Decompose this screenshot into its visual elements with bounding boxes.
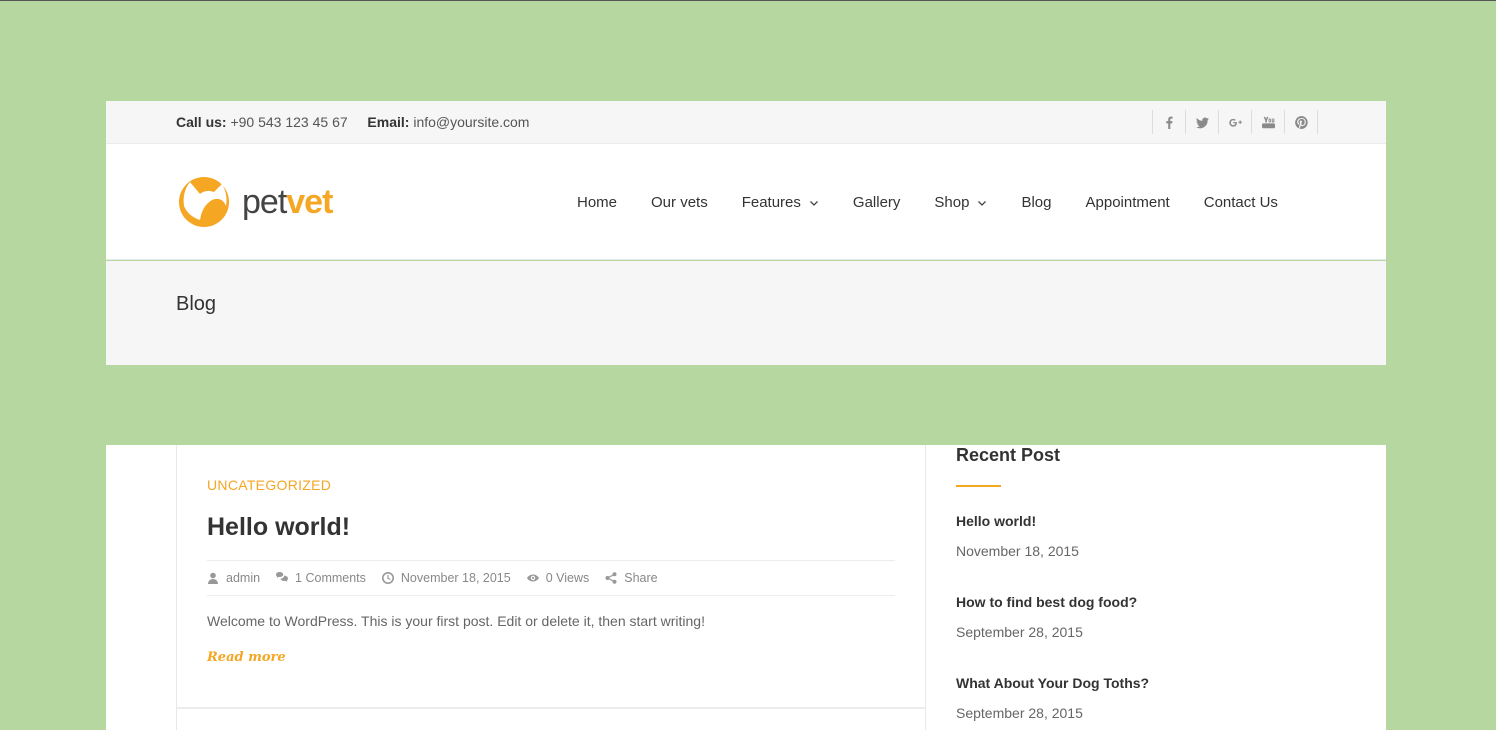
logo-text: petvet (242, 183, 333, 221)
post-category[interactable]: UNCATEGORIZED (207, 477, 331, 493)
nav-item-shop[interactable]: Shop (934, 194, 987, 211)
pinterest-icon[interactable] (1285, 110, 1318, 134)
post-meta: admin 1 Comments November 18, 2015 0 Vie… (207, 560, 895, 596)
post-title[interactable]: Hello world! (207, 513, 350, 542)
call-label: Call us: (176, 114, 227, 130)
contact-info: Call us: +90 543 123 45 67 Email: info@y… (176, 114, 529, 130)
recent-post-title: Recent Post (956, 445, 1061, 465)
nav-item-home[interactable]: Home (577, 194, 617, 211)
eye-icon (526, 574, 539, 582)
chevron-down-icon (809, 200, 818, 206)
recent-post-link[interactable]: How to find best dog food? (956, 594, 1137, 610)
youtube-icon[interactable] (1252, 110, 1285, 134)
comments-icon (276, 572, 289, 582)
post-views: 0 Views (526, 571, 590, 585)
recent-post-link[interactable]: What About Your Dog Toths? (956, 675, 1149, 691)
nav-item-appointment[interactable]: Appointment (1086, 194, 1170, 211)
nav-item-blog[interactable]: Blog (1021, 194, 1051, 211)
site-logo[interactable]: petvet (178, 176, 333, 228)
post-author-label: admin (226, 571, 261, 585)
post-views-label: 0 Views (545, 571, 590, 585)
page-title-bar: Blog (106, 261, 1386, 365)
nav-item-features[interactable]: Features (742, 194, 819, 211)
recent-post-date: September 28, 2015 (956, 624, 1083, 640)
nav-item-gallery[interactable]: Gallery (853, 194, 901, 211)
recent-post-date: September 28, 2015 (956, 705, 1083, 721)
post-comments-label: 1 Comments (295, 571, 366, 585)
nav-item-label: Features (741, 194, 801, 211)
google-plus-icon[interactable] (1219, 110, 1252, 134)
window-top-border (0, 0, 1496, 1)
recent-post-link[interactable]: Hello world! (956, 513, 1036, 529)
recent-post-item: How to find best dog food? September 28,… (956, 594, 1137, 640)
share-icon (605, 572, 617, 584)
post-excerpt: Welcome to WordPress. This is your first… (207, 613, 705, 629)
nav-item-our-vets[interactable]: Our vets (651, 194, 708, 211)
email-address: info@yoursite.com (413, 114, 530, 130)
post-date: November 18, 2015 (381, 571, 511, 585)
top-bar: Call us: +90 543 123 45 67 Email: info@y… (106, 101, 1386, 144)
nav-item-label: Our vets (651, 194, 708, 211)
post-date-label: November 18, 2015 (400, 571, 511, 585)
read-more-link[interactable]: Read more (207, 650, 286, 665)
post-comments[interactable]: 1 Comments (276, 571, 366, 585)
twitter-icon[interactable] (1186, 110, 1219, 134)
email-label: Email: (367, 114, 410, 130)
post-share-label: Share (624, 571, 658, 585)
social-links (1152, 110, 1318, 134)
recent-post-date: November 18, 2015 (956, 543, 1079, 559)
facebook-icon[interactable] (1153, 110, 1186, 134)
page-title: Blog (176, 293, 217, 315)
nav-item-contact-us[interactable]: Contact Us (1204, 194, 1278, 211)
post-author[interactable]: admin (207, 571, 260, 585)
nav-item-label: Gallery (852, 194, 901, 211)
nav-item-label: Home (577, 194, 618, 211)
nav-item-label: Shop (934, 194, 970, 211)
recent-post-item: What About Your Dog Toths? September 28,… (956, 675, 1149, 721)
post-share[interactable]: Share (605, 571, 658, 585)
main-nav: Home Our vets Features Gallery Shop Blog… (577, 194, 1278, 211)
widget-title-underline (956, 485, 1001, 487)
nav-item-label: Contact Us (1203, 194, 1278, 211)
site-header: petvet Home Our vets Features Gallery Sh… (106, 144, 1386, 260)
chevron-down-icon (978, 200, 987, 206)
logo-text-vet: vet (286, 183, 333, 221)
recent-post-item: Hello world! November 18, 2015 (956, 513, 1079, 559)
nav-item-label: Appointment (1085, 194, 1170, 211)
user-icon (208, 572, 218, 584)
paw-logo-icon (179, 177, 229, 227)
logo-text-pet: pet (242, 183, 287, 221)
clock-icon (381, 572, 394, 584)
phone-number: +90 543 123 45 67 (230, 114, 348, 130)
nav-item-label: Blog (1021, 194, 1052, 211)
blog-post: UNCATEGORIZED Hello world! admin 1 Comme… (176, 445, 926, 730)
main-content: UNCATEGORIZED Hello world! admin 1 Comme… (106, 445, 1386, 730)
post-divider (177, 707, 926, 709)
